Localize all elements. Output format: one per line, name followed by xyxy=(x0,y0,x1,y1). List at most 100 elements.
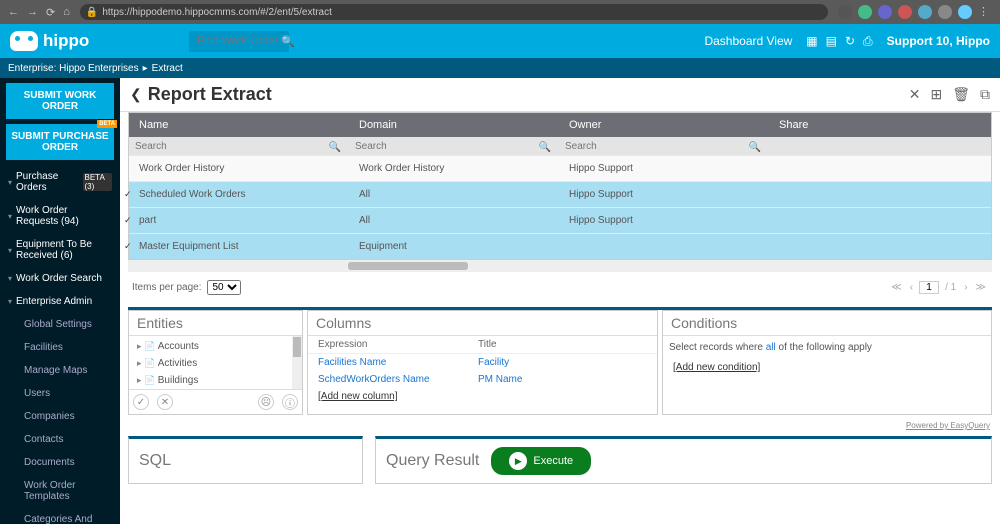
brand-text: hippo xyxy=(43,31,89,51)
info-icon[interactable]: ⓘ xyxy=(282,394,298,410)
extension-icons: ⋮ xyxy=(838,5,992,19)
horizontal-scrollbar[interactable] xyxy=(128,260,992,272)
sad-icon[interactable]: ☹ xyxy=(258,394,274,410)
condition-mode[interactable]: all xyxy=(766,342,776,353)
col-owner[interactable]: Owner xyxy=(559,113,769,137)
submit-work-order-button[interactable]: SUBMIT WORK ORDER xyxy=(6,83,114,119)
forward-icon[interactable]: → xyxy=(27,6,38,19)
reload-icon[interactable]: ⟳ xyxy=(46,6,55,19)
page-total: / 1 xyxy=(943,280,958,295)
col-expr-1[interactable]: SchedWorkOrders Name xyxy=(318,374,430,385)
table-row[interactable]: Work Order HistoryWork Order HistoryHipp… xyxy=(129,155,991,181)
app-top-bar: hippo 🔍 Dashboard View ▦ ▤ ↻ ⎙ Support 1… xyxy=(0,24,1000,58)
prev-page-icon[interactable]: ‹ xyxy=(908,280,915,295)
execute-button[interactable]: ▶ Execute xyxy=(491,447,591,475)
entities-scrollbar[interactable] xyxy=(292,336,302,389)
col-share[interactable]: Share xyxy=(769,113,991,137)
sidebar-sub-categories[interactable]: Categories And Types xyxy=(0,508,120,524)
breadcrumb-root[interactable]: Enterprise: Hippo Enterprises xyxy=(8,63,139,74)
page-title: Report Extract xyxy=(148,84,272,105)
search-icon[interactable]: 🔍 xyxy=(749,142,761,153)
columns-panel: Columns Expression Title Facilities Name… xyxy=(307,310,658,415)
col-domain[interactable]: Domain xyxy=(349,113,559,137)
add-column-link[interactable]: [Add new column] xyxy=(308,388,657,405)
sidebar-item-purchase-orders[interactable]: ▾Purchase OrdersBETA (3) xyxy=(0,165,120,199)
qr-title: Query Result xyxy=(386,452,479,470)
grid-icon[interactable]: ▦ xyxy=(806,34,817,49)
work-order-search[interactable]: 🔍 xyxy=(189,31,289,52)
url-text: https://hippodemo.hippocmms.com/#/2/ent/… xyxy=(102,7,332,18)
breadcrumb: Enterprise: Hippo Enterprises ▸ Extract xyxy=(0,58,1000,78)
entity-activities[interactable]: Activities xyxy=(131,355,300,372)
filter-name[interactable] xyxy=(135,141,343,152)
dashboard-view-link[interactable]: Dashboard View xyxy=(704,34,792,48)
table-row[interactable]: partAllHippo Support xyxy=(129,207,991,233)
sidebar-sub-maps[interactable]: Manage Maps xyxy=(0,359,120,382)
query-result-panel: Query Result ▶ Execute xyxy=(375,436,992,484)
sidebar-sub-wo-templates[interactable]: Work Order Templates xyxy=(0,474,120,508)
items-per-page-label: Items per page: xyxy=(132,282,201,293)
user-menu[interactable]: Support 10, Hippo xyxy=(887,34,990,48)
sidebar-sub-documents[interactable]: Documents xyxy=(0,451,120,474)
col-name[interactable]: Name xyxy=(129,113,349,137)
filter-domain[interactable] xyxy=(355,141,553,152)
sidebar-item-equipment[interactable]: ▾Equipment To Be Received (6) xyxy=(0,233,120,267)
sidebar-item-enterprise-admin[interactable]: ▾Enterprise Admin xyxy=(0,290,120,313)
back-button[interactable]: ❮ xyxy=(130,86,142,103)
sidebar-sub-users[interactable]: Users xyxy=(0,382,120,405)
back-icon[interactable]: ← xyxy=(8,6,19,19)
col-expr-0[interactable]: Facilities Name xyxy=(318,357,386,368)
col-title-0[interactable]: Facility xyxy=(478,357,509,368)
sidebar-item-wo-requests[interactable]: ▾Work Order Requests (94) xyxy=(0,199,120,233)
entities-title: Entities xyxy=(129,311,302,336)
sidebar-sub-contacts[interactable]: Contacts xyxy=(0,428,120,451)
conditions-panel: Conditions Select records where all of t… xyxy=(662,310,992,415)
add-condition-link[interactable]: [Add new condition] xyxy=(663,359,991,376)
col-title-header: Title xyxy=(478,339,497,350)
entity-buildings[interactable]: Buildings xyxy=(131,372,300,389)
search-icon[interactable]: 🔍 xyxy=(281,35,295,48)
add-icon[interactable]: ⊞ xyxy=(930,86,942,103)
lock-icon: 🔒 xyxy=(86,7,98,18)
print-icon[interactable]: ⎙ xyxy=(863,34,873,49)
copy-icon[interactable]: ⧉ xyxy=(980,86,990,103)
search-input[interactable] xyxy=(197,35,277,47)
brand-logo[interactable]: hippo xyxy=(10,31,89,51)
powered-by[interactable]: Powered by EasyQuery xyxy=(120,419,1000,432)
col-expr-header: Expression xyxy=(318,339,478,350)
sql-panel: SQL xyxy=(128,436,363,484)
hippo-icon xyxy=(10,31,38,51)
home-icon[interactable]: ⌂ xyxy=(63,6,70,19)
pager: Items per page: 50 ≪ ‹ / 1 › ≫ xyxy=(120,272,1000,303)
confirm-icon[interactable]: ✓ xyxy=(133,394,149,410)
report-grid: Name Domain Owner Share 🔍 🔍 🔍 Work Order… xyxy=(128,112,992,260)
sidebar-sub-facilities[interactable]: Facilities xyxy=(0,336,120,359)
entities-panel: Entities Accounts Activities Buildings ✓… xyxy=(128,310,303,415)
sidebar-sub-global[interactable]: Global Settings xyxy=(0,313,120,336)
entity-accounts[interactable]: Accounts xyxy=(131,338,300,355)
cancel-icon[interactable]: ✕ xyxy=(157,394,173,410)
sidebar-sub-companies[interactable]: Companies xyxy=(0,405,120,428)
page-input[interactable] xyxy=(919,281,939,294)
chart-icon[interactable]: ▤ xyxy=(826,34,837,49)
search-icon[interactable]: 🔍 xyxy=(539,142,551,153)
filter-owner[interactable] xyxy=(565,141,763,152)
page-header: ❮ Report Extract ✕ ⊞ 🗑 ⧉ xyxy=(120,78,1000,112)
next-page-icon[interactable]: › xyxy=(962,280,969,295)
close-icon[interactable]: ✕ xyxy=(909,86,921,103)
page-size-select[interactable]: 50 xyxy=(207,280,241,295)
table-row[interactable]: Scheduled Work OrdersAllHippo Support xyxy=(129,181,991,207)
sql-title: SQL xyxy=(139,452,171,470)
refresh-icon[interactable]: ↻ xyxy=(845,34,855,49)
last-page-icon[interactable]: ≫ xyxy=(974,280,988,295)
col-title-1[interactable]: PM Name xyxy=(478,374,522,385)
play-icon: ▶ xyxy=(509,452,527,470)
sidebar-item-wo-search[interactable]: ▾Work Order Search xyxy=(0,267,120,290)
delete-icon[interactable]: 🗑 xyxy=(952,86,970,103)
submit-purchase-order-button[interactable]: SUBMIT PURCHASE ORDER xyxy=(6,124,114,160)
columns-title: Columns xyxy=(308,311,657,336)
search-icon[interactable]: 🔍 xyxy=(329,142,341,153)
table-row[interactable]: Master Equipment ListEquipment xyxy=(129,233,991,259)
first-page-icon[interactable]: ≪ xyxy=(889,280,903,295)
url-bar[interactable]: 🔒 https://hippodemo.hippocmms.com/#/2/en… xyxy=(80,4,828,20)
